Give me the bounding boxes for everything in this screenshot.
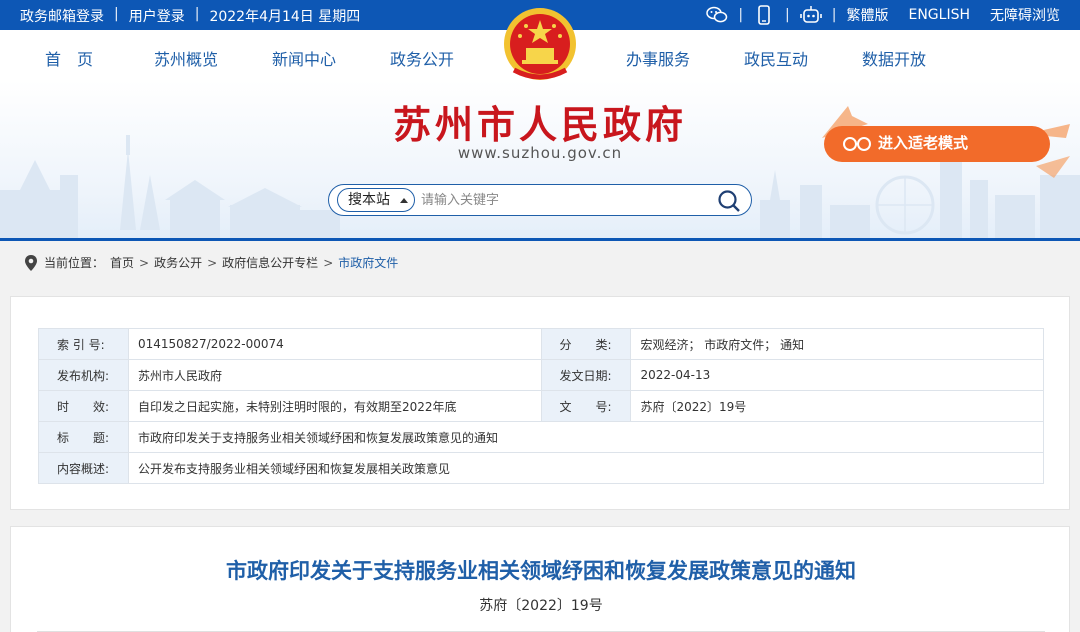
- document-meta-card: 索 引 号: 014150827/2022-00074 分 类: 宏观经济； 市…: [10, 296, 1070, 510]
- article-panel: 市政府印发关于支持服务业相关领域纾困和恢复发展政策意见的通知 苏府〔2022〕1…: [10, 526, 1070, 632]
- search-input[interactable]: [421, 189, 701, 211]
- nav-suzhou-overview[interactable]: 苏州概览: [154, 46, 218, 70]
- meta-date-value: 2022-04-13: [630, 359, 1044, 391]
- meta-summary-value: 公开发布支持服务业相关领域纾困和恢复发展相关政策意见: [127, 452, 1045, 484]
- meta-label: 发布机构:: [38, 359, 129, 391]
- nav-interaction[interactable]: 政民互动: [744, 46, 808, 70]
- breadcrumb-gov-affairs[interactable]: 政务公开: [154, 254, 202, 271]
- site-banner: 苏州市人民政府 www.suzhou.gov.cn 搜本站 进入适老模式: [0, 80, 1080, 240]
- meta-label: 时 效:: [38, 390, 129, 422]
- nav-home[interactable]: 首 页: [45, 46, 93, 70]
- separator: |: [831, 7, 837, 23]
- user-login-link[interactable]: 用户登录: [129, 6, 185, 26]
- traditional-chinese-link[interactable]: 繁體版: [846, 5, 888, 25]
- nav-open-data[interactable]: 数据开放: [862, 46, 926, 70]
- meta-label: 发文日期:: [540, 359, 632, 391]
- breadcrumb: 当前位置： 首页 > 政务公开 > 政府信息公开专栏 > 市政府文件: [24, 254, 398, 271]
- meta-index-value: 014150827/2022-00074: [127, 328, 542, 360]
- meta-label: 分 类:: [540, 328, 632, 360]
- table-row: 时 效: 自印发之日起实施，未特别注明时限的，有效期至2022年底 文 号: 苏…: [38, 390, 1044, 422]
- meta-category-value: 宏观经济； 市政府文件； 通知: [630, 328, 1044, 360]
- nav-services[interactable]: 办事服务: [626, 46, 690, 70]
- breadcrumb-separator: >: [139, 255, 150, 270]
- english-link[interactable]: ENGLISH: [908, 7, 970, 23]
- nav-news-center[interactable]: 新闻中心: [272, 46, 336, 70]
- meta-docno-value: 苏府〔2022〕19号: [630, 390, 1044, 422]
- location-pin-icon: [24, 254, 38, 271]
- separator: |: [114, 6, 119, 22]
- table-row: 内容概述: 公开发布支持服务业相关领域纾困和恢复发展相关政策意见: [38, 452, 1045, 484]
- separator: |: [738, 7, 744, 23]
- search-icon[interactable]: [717, 189, 741, 213]
- document-meta-table: 索 引 号: 014150827/2022-00074 分 类: 宏观经济； 市…: [38, 328, 1045, 484]
- search-scope-select[interactable]: 搜本站: [337, 188, 415, 212]
- meta-label: 索 引 号:: [38, 328, 129, 360]
- banner-divider: [0, 238, 1080, 241]
- article-title: 市政府印发关于支持服务业相关领域纾困和恢复发展政策意见的通知: [226, 559, 856, 583]
- gov-mail-login-link[interactable]: 政务邮箱登录: [20, 6, 104, 26]
- breadcrumb-label: 当前位置：: [44, 256, 105, 270]
- breadcrumb-separator: >: [207, 255, 218, 270]
- national-emblem-icon: [504, 8, 576, 80]
- table-row: 标 题: 市政府印发关于支持服务业相关领域纾困和恢复发展政策意见的通知: [38, 421, 1045, 453]
- nav-gov-affairs[interactable]: 政务公开: [390, 46, 454, 70]
- breadcrumb-info-disclosure[interactable]: 政府信息公开专栏: [222, 254, 318, 271]
- meta-label: 标 题:: [38, 421, 129, 453]
- accessibility-link[interactable]: 无障碍浏览: [990, 5, 1060, 25]
- meta-validity-value: 自印发之日起实施，未特别注明时限的，有效期至2022年底: [127, 390, 542, 422]
- search-scope-label: 搜本站: [348, 192, 390, 208]
- separator: |: [785, 7, 790, 23]
- article-doc-number: 苏府〔2022〕19号: [479, 598, 603, 614]
- separator: |: [194, 6, 200, 22]
- table-row: 发布机构: 苏州市人民政府 发文日期: 2022-04-13: [38, 359, 1044, 391]
- current-date: 2022年4月14日 星期四: [209, 9, 361, 25]
- mobile-icon[interactable]: [753, 5, 775, 25]
- search-bar: 搜本站: [328, 184, 752, 216]
- meta-title-value: 市政府印发关于支持服务业相关领域纾困和恢复发展政策意见的通知: [127, 421, 1045, 453]
- meta-label: 文 号:: [540, 390, 632, 422]
- meta-label: 内容概述:: [38, 452, 129, 484]
- meta-issuer-value: 苏州市人民政府: [127, 359, 542, 391]
- wechat-icon[interactable]: [706, 5, 728, 25]
- elder-mode-label: 进入适老模式: [878, 134, 969, 152]
- caret-up-icon: [400, 198, 408, 203]
- breadcrumb-home[interactable]: 首页: [110, 254, 134, 271]
- breadcrumb-current[interactable]: 市政府文件: [338, 254, 398, 271]
- breadcrumb-separator: >: [323, 255, 334, 270]
- robot-icon[interactable]: [799, 5, 822, 25]
- table-row: 索 引 号: 014150827/2022-00074 分 类: 宏观经济； 市…: [38, 328, 1044, 360]
